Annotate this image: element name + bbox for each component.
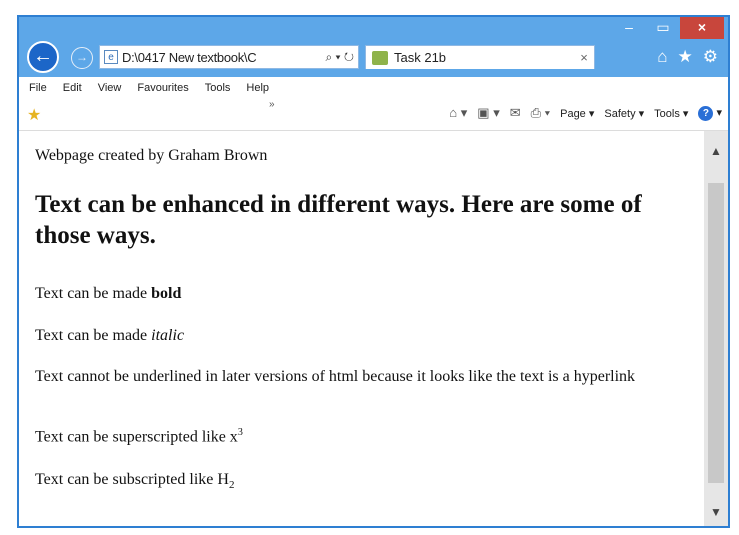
address-tools[interactable]: ⌕ ▾ ↻ <box>325 50 358 65</box>
tab-close-icon[interactable]: × <box>574 50 594 65</box>
superscript-value: 3 <box>237 427 243 438</box>
italic-word: italic <box>151 327 185 344</box>
tab-task-21b[interactable]: Task 21b × <box>365 45 595 69</box>
help-button[interactable]: ? ▾ <box>698 105 722 121</box>
vertical-scrollbar[interactable]: ▲ ▼ <box>704 131 728 526</box>
maximize-button[interactable]: ▭ <box>646 17 680 39</box>
bold-example: Text can be made bold <box>35 285 181 303</box>
menu-edit[interactable]: Edit <box>63 82 82 94</box>
home-icon[interactable]: ⌂ <box>657 47 667 67</box>
menu-help[interactable]: Help <box>246 82 269 94</box>
bold-prefix: Text can be made <box>35 285 152 302</box>
tab-page-icon <box>372 50 388 65</box>
page-icon: e <box>104 50 118 64</box>
italic-example: Text can be made italic <box>35 327 184 345</box>
minimize-button[interactable]: – <box>612 17 646 39</box>
superscript-example: Text can be superscripted like x3 <box>35 427 243 446</box>
subscript-value: 2 <box>228 479 235 492</box>
settings-gear-icon[interactable]: ⚙ <box>703 47 718 67</box>
forward-button[interactable]: → <box>71 47 93 69</box>
close-button[interactable]: × <box>680 17 724 39</box>
back-arrow-icon: ← <box>33 45 53 67</box>
scroll-down-icon[interactable]: ▼ <box>704 502 728 522</box>
help-icon: ? <box>698 105 714 121</box>
address-bar[interactable]: e D:\0417 New textbook\C ⌕ ▾ ↻ <box>99 45 359 69</box>
menu-bar: File Edit View Favourites Tools Help <box>19 77 728 99</box>
favorites-star-icon[interactable]: ★ <box>678 47 693 67</box>
tab-title: Task 21b <box>394 50 447 65</box>
page-content: Webpage created by Graham Brown Text can… <box>19 131 704 526</box>
add-favorites-icon[interactable]: ★ <box>27 105 41 125</box>
browser-window: – ▭ × ← → e D:\0417 New textbook\C ⌕ ▾ ↻… <box>17 15 730 528</box>
scroll-up-icon[interactable]: ▲ <box>704 141 728 161</box>
safety-menu-button[interactable]: Safety ▾ <box>604 107 644 120</box>
menu-tools[interactable]: Tools <box>205 82 231 94</box>
window-controls: – ▭ × <box>612 17 724 43</box>
subscript-prefix: Text can be subscripted like H <box>35 471 229 488</box>
print-icon[interactable]: ⎙ ▾ <box>531 105 550 121</box>
bold-word: bold <box>151 285 182 302</box>
mail-icon[interactable]: ✉ <box>510 105 521 121</box>
command-row: ⌂ ▾ ▣ ▾ ✉ ⎙ ▾ Page ▾ Safety ▾ Tools ▾ ? … <box>449 105 722 121</box>
back-button[interactable]: ← <box>27 41 59 73</box>
forward-arrow-icon: → <box>76 50 88 64</box>
address-text[interactable]: D:\0417 New textbook\C <box>122 50 325 65</box>
command-bar: ★ » ⌂ ▾ ▣ ▾ ✉ ⎙ ▾ Page ▾ Safety ▾ Tools … <box>19 99 728 131</box>
menu-favourites[interactable]: Favourites <box>137 82 188 94</box>
overflow-chevron-icon[interactable]: » <box>269 99 275 110</box>
page-heading: Text can be enhanced in different ways. … <box>35 191 642 249</box>
italic-prefix: Text can be made <box>35 327 152 344</box>
subscript-example: Text can be subscripted like H2 <box>35 471 234 491</box>
browser-icons: ⌂ ★ ⚙ <box>657 47 718 67</box>
underline-note: Text cannot be underlined in later versi… <box>35 368 636 385</box>
scroll-thumb[interactable] <box>708 183 724 483</box>
feeds-icon[interactable]: ▣ ▾ <box>477 105 499 121</box>
creator-text: Webpage created by Graham Brown <box>35 147 268 164</box>
page-menu-button[interactable]: Page ▾ <box>560 107 594 120</box>
menu-file[interactable]: File <box>29 82 47 94</box>
menu-view[interactable]: View <box>98 82 122 94</box>
superscript-prefix: Text can be superscripted like x <box>35 428 238 446</box>
home-command-icon[interactable]: ⌂ ▾ <box>449 105 467 121</box>
tools-menu-button[interactable]: Tools ▾ <box>654 107 688 120</box>
